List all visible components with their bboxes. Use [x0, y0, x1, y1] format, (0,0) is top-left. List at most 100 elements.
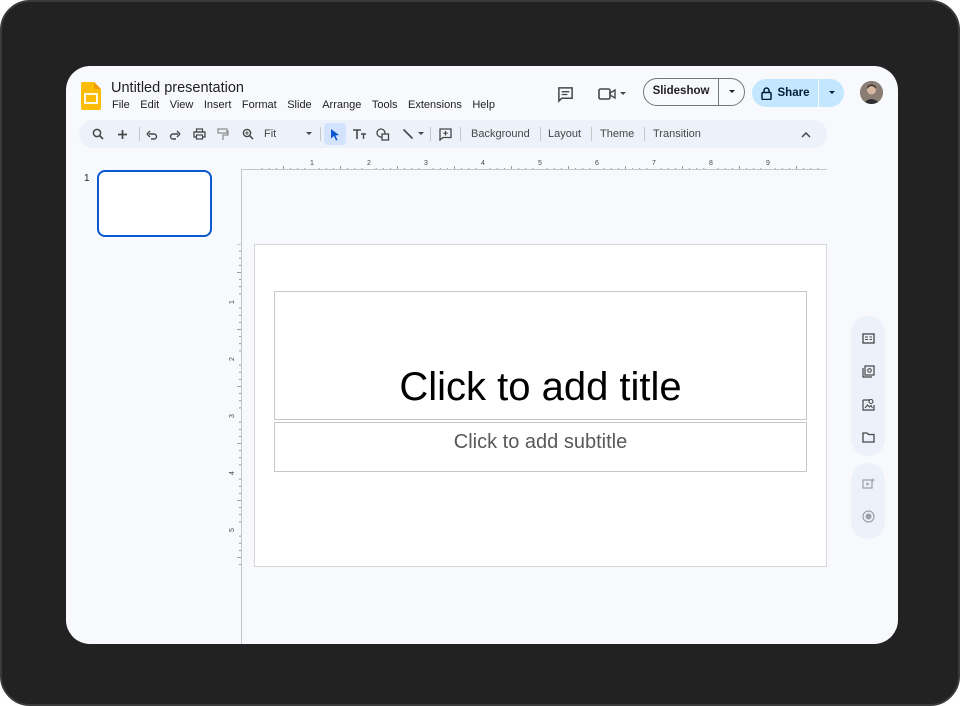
ruler-label: 5 — [229, 528, 236, 532]
contacts-icon — [861, 398, 875, 411]
ruler-label: 4 — [481, 160, 485, 167]
chevron-down-icon — [619, 92, 626, 95]
redo-button[interactable] — [167, 120, 183, 148]
contacts-button[interactable] — [859, 395, 877, 413]
search-icon — [92, 128, 104, 140]
shape-button[interactable] — [374, 120, 392, 148]
slideshow-button-group: Slideshow — [643, 78, 745, 106]
shape-icon — [376, 127, 390, 141]
vertical-ruler[interactable]: 1 2 3 4 5 — [229, 244, 242, 567]
title-placeholder[interactable]: Click to add title — [274, 291, 807, 420]
lock-icon — [760, 86, 772, 100]
avatar[interactable] — [860, 81, 883, 104]
menu-insert[interactable]: Insert — [204, 98, 232, 112]
title-placeholder-text: Click to add title — [399, 365, 682, 409]
app-window: Untitled presentation File Edit View Ins… — [66, 66, 898, 644]
comments-button[interactable] — [554, 84, 576, 104]
background-button[interactable]: Background — [471, 120, 530, 148]
menu-slide[interactable]: Slide — [287, 98, 311, 112]
horizontal-ruler[interactable]: 1 2 3 4 5 6 7 8 9 — [241, 158, 827, 170]
print-icon — [192, 128, 206, 140]
comment-add-icon — [438, 127, 452, 141]
ruler-label: 6 — [595, 160, 599, 167]
ruler-label: 9 — [766, 160, 770, 167]
tasks-button[interactable] — [859, 362, 877, 380]
new-slide-plus-icon — [117, 129, 127, 139]
ruler-label: 7 — [652, 160, 656, 167]
menu-arrange[interactable]: Arrange — [322, 98, 361, 112]
slideshow-button[interactable]: Slideshow — [644, 78, 719, 106]
new-slide-button[interactable] — [114, 120, 130, 148]
slides-logo-icon[interactable] — [81, 82, 101, 110]
toolbar: Fit Background Layout Theme Transition — [79, 120, 827, 148]
zoom-dropdown[interactable] — [304, 120, 314, 148]
zoom-icon — [242, 128, 254, 140]
paint-format-icon — [217, 127, 229, 140]
share-button-group: Share — [752, 79, 844, 107]
slide-number: 1 — [84, 173, 90, 184]
share-dropdown[interactable] — [819, 90, 844, 96]
zoom-select[interactable]: Fit — [264, 120, 276, 148]
select-cursor-icon — [331, 128, 339, 140]
keep-notes-button[interactable] — [859, 329, 877, 347]
ruler-label: 2 — [229, 357, 236, 361]
ruler-label: 8 — [709, 160, 713, 167]
ruler-label: 1 — [310, 160, 314, 167]
theme-button[interactable]: Theme — [600, 120, 634, 148]
keep-notes-icon — [861, 332, 875, 344]
ruler-label: 2 — [367, 160, 371, 167]
ruler-label: 1 — [229, 300, 236, 304]
chevron-down-icon — [728, 90, 735, 93]
chevron-down-icon — [417, 132, 424, 135]
undo-button[interactable] — [144, 120, 160, 148]
menu-edit[interactable]: Edit — [140, 98, 159, 112]
comment-icon — [557, 86, 573, 103]
print-button[interactable] — [191, 120, 207, 148]
share-button[interactable]: Share — [752, 79, 819, 107]
paint-format-button[interactable] — [215, 120, 231, 148]
menu-extensions[interactable]: Extensions — [408, 98, 462, 112]
meet-video-icon — [597, 88, 616, 100]
drive-button[interactable] — [859, 428, 877, 446]
chevron-down-icon — [828, 91, 835, 94]
ruler-label: 3 — [229, 414, 236, 418]
menu-view[interactable]: View — [170, 98, 194, 112]
add-video-button[interactable] — [859, 474, 877, 492]
device-frame: Untitled presentation File Edit View Ins… — [0, 0, 960, 706]
subtitle-placeholder-text: Click to add subtitle — [453, 431, 628, 453]
search-menus-button[interactable] — [89, 120, 107, 148]
undo-icon — [146, 130, 158, 140]
share-label: Share — [777, 87, 810, 99]
zoom-button[interactable] — [240, 120, 256, 148]
record-icon — [861, 509, 875, 523]
select-tool-button[interactable] — [327, 120, 343, 148]
collapse-toolbar-button[interactable] — [798, 120, 814, 148]
layout-button[interactable]: Layout — [548, 120, 581, 148]
record-button[interactable] — [859, 507, 877, 525]
redo-icon — [169, 130, 181, 140]
video-add-icon — [861, 478, 874, 489]
slide-thumbnail[interactable] — [97, 170, 212, 237]
ruler-label: 5 — [538, 160, 542, 167]
collapse-chevron-icon — [801, 131, 811, 138]
text-box-icon — [352, 128, 366, 139]
menu-help[interactable]: Help — [472, 98, 495, 112]
subtitle-placeholder[interactable]: Click to add subtitle — [274, 422, 807, 472]
text-box-button[interactable] — [350, 120, 368, 148]
ruler-label: 4 — [229, 471, 236, 475]
menu-tools[interactable]: Tools — [372, 98, 398, 112]
insert-comment-button[interactable] — [436, 120, 454, 148]
avatar-image — [860, 81, 883, 104]
slideshow-dropdown[interactable] — [719, 89, 744, 95]
chevron-down-icon — [306, 132, 312, 135]
drive-folder-icon — [861, 431, 875, 443]
line-icon — [402, 128, 413, 140]
transition-button[interactable]: Transition — [653, 120, 701, 148]
document-title[interactable]: Untitled presentation — [111, 80, 244, 97]
tasks-icon — [861, 364, 875, 378]
line-button[interactable] — [400, 120, 426, 148]
ruler-label: 3 — [424, 160, 428, 167]
meet-button[interactable] — [594, 84, 630, 104]
menu-format[interactable]: Format — [242, 98, 277, 112]
menu-file[interactable]: File — [112, 98, 130, 112]
